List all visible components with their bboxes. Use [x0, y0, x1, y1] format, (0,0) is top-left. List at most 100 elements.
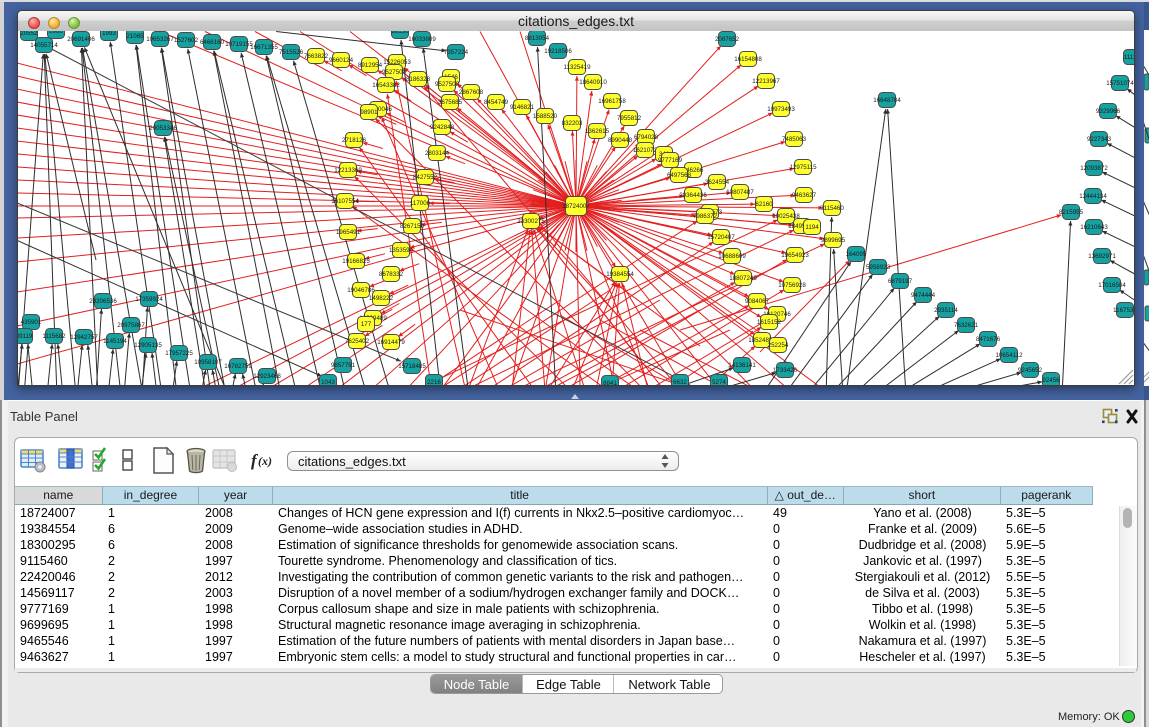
- svg-text:3675685: 3675685: [438, 99, 463, 106]
- svg-text:16782759: 16782759: [224, 363, 252, 370]
- svg-text:2216: 2216: [427, 379, 441, 385]
- svg-text:15751074: 15751074: [1106, 80, 1134, 87]
- svg-text:17359924: 17359924: [135, 296, 163, 303]
- svg-text:12444134: 12444134: [1079, 193, 1107, 200]
- svg-text:1527602: 1527602: [174, 37, 199, 44]
- svg-text:1043: 1043: [321, 379, 335, 385]
- svg-text:39119: 39119: [18, 333, 33, 340]
- svg-text:16648784: 16648784: [873, 97, 901, 104]
- svg-text:435901: 435901: [21, 319, 42, 326]
- svg-text:19654923: 19654923: [781, 252, 809, 259]
- svg-text:2935114: 2935114: [934, 307, 958, 314]
- svg-text:1965491: 1965491: [336, 229, 361, 236]
- svg-text:164095: 164095: [846, 251, 867, 258]
- svg-text:117006: 117006: [410, 200, 431, 207]
- svg-text:11123: 11123: [1124, 54, 1134, 61]
- svg-text:18640910: 18640910: [579, 79, 607, 86]
- svg-text:8841: 8841: [603, 380, 617, 385]
- svg-text:20552: 20552: [20, 31, 38, 37]
- svg-text:8427552: 8427552: [413, 174, 438, 181]
- svg-text:2718126: 2718126: [342, 137, 367, 144]
- svg-text:19046786: 19046786: [347, 287, 375, 294]
- svg-text:10958107: 10958107: [194, 359, 222, 366]
- svg-text:8267150: 8267150: [400, 223, 425, 230]
- svg-text:20975867: 20975867: [117, 322, 145, 329]
- svg-text:1115682: 1115682: [42, 333, 66, 340]
- svg-text:9899695: 9899695: [821, 237, 846, 244]
- svg-text:12093872: 12093872: [1080, 165, 1108, 172]
- svg-text:98901: 98901: [360, 109, 378, 116]
- svg-text:16154808: 16154808: [734, 56, 762, 63]
- svg-text:7485063: 7485063: [782, 136, 807, 143]
- svg-text:7986372: 7986372: [693, 213, 718, 220]
- svg-text:9245652: 9245652: [1018, 367, 1043, 374]
- svg-text:1145194: 1145194: [103, 338, 127, 345]
- svg-text:1167533: 1167533: [1113, 307, 1134, 314]
- svg-text:20691406: 20691406: [67, 36, 95, 43]
- svg-text:8678332: 8678332: [379, 271, 404, 278]
- svg-text:8215955: 8215955: [1059, 209, 1084, 216]
- svg-text:9777169: 9777169: [658, 157, 683, 164]
- svg-text:16543382: 16543382: [372, 82, 400, 89]
- svg-text:9115460: 9115460: [820, 205, 844, 212]
- svg-text:1615152: 1615152: [757, 319, 782, 326]
- svg-text:7515526: 7515526: [279, 49, 304, 56]
- svg-text:10756928: 10756928: [778, 282, 806, 289]
- svg-text:13692971: 13692971: [1088, 253, 1116, 260]
- svg-text:252254: 252254: [768, 342, 789, 349]
- svg-text:7625402: 7625402: [345, 338, 370, 345]
- svg-text:1498222: 1498222: [369, 295, 394, 302]
- svg-text:12905135: 12905135: [134, 342, 162, 349]
- svg-text:9463627: 9463627: [792, 192, 817, 199]
- svg-text:8186328: 8186328: [406, 76, 431, 83]
- svg-text:9857791: 9857791: [331, 362, 356, 369]
- svg-text:2867608: 2867608: [459, 89, 484, 96]
- svg-text:10807487: 10807487: [726, 189, 754, 196]
- svg-text:20053346: 20053346: [149, 125, 177, 132]
- svg-text:9242848: 9242848: [430, 124, 455, 131]
- svg-text:8990448: 8990448: [608, 137, 633, 144]
- svg-text:6466160: 6466160: [200, 39, 225, 46]
- svg-text:6497568: 6497568: [667, 172, 692, 179]
- svg-text:1362615: 1362615: [585, 128, 610, 135]
- svg-text:14136141: 14136141: [728, 362, 756, 369]
- svg-text:7955812: 7955812: [617, 115, 642, 122]
- svg-text:9527500: 9527500: [382, 69, 407, 76]
- svg-text:6879197: 6879197: [888, 278, 913, 285]
- svg-text:1621072: 1621072: [633, 147, 658, 154]
- svg-text:18724007: 18724007: [562, 203, 590, 210]
- svg-text:20364436: 20364436: [679, 192, 707, 199]
- svg-text:12923468: 12923468: [253, 373, 281, 380]
- svg-text:1993: 1993: [102, 31, 116, 37]
- svg-text:1194: 1194: [805, 224, 819, 231]
- svg-text:1588520: 1588520: [533, 113, 558, 120]
- svg-text:17016504: 17016504: [1098, 282, 1126, 289]
- svg-text:10973493: 10973493: [767, 106, 795, 113]
- svg-text:9329966: 9329966: [1096, 108, 1121, 115]
- svg-text:16914479: 16914479: [377, 339, 405, 346]
- svg-text:9227343: 9227343: [1087, 136, 1112, 143]
- svg-text:21065: 21065: [126, 33, 144, 40]
- svg-text:12213967: 12213967: [752, 78, 780, 85]
- svg-text:2087652: 2087652: [715, 36, 740, 43]
- svg-text:9527508: 9527508: [435, 81, 460, 88]
- svg-text:62160: 62160: [755, 201, 773, 208]
- svg-text:1733426: 1733426: [773, 367, 798, 374]
- svg-text:10688609: 10688609: [718, 253, 746, 260]
- svg-text:9146821: 9146821: [510, 104, 535, 111]
- svg-text:14055714: 14055714: [30, 42, 58, 49]
- svg-text:19166825: 19166825: [342, 258, 370, 265]
- svg-text:19218506: 19218506: [544, 48, 572, 55]
- svg-text:7663822: 7663822: [304, 53, 329, 60]
- svg-text:19384554: 19384554: [606, 271, 634, 278]
- svg-text:177: 177: [361, 321, 372, 328]
- svg-text:8986: 8986: [49, 31, 63, 35]
- svg-text:15720407: 15720407: [707, 234, 735, 241]
- svg-text:16210643: 16210643: [1080, 224, 1108, 231]
- svg-text:10719155: 10719155: [225, 41, 253, 48]
- svg-text:8454749: 8454749: [484, 99, 509, 106]
- svg-text:10654112: 10654112: [995, 352, 1023, 359]
- svg-text:16107554: 16107554: [331, 198, 359, 205]
- svg-text:16033809: 16033809: [408, 36, 436, 43]
- svg-text:10653267: 10653267: [146, 36, 174, 43]
